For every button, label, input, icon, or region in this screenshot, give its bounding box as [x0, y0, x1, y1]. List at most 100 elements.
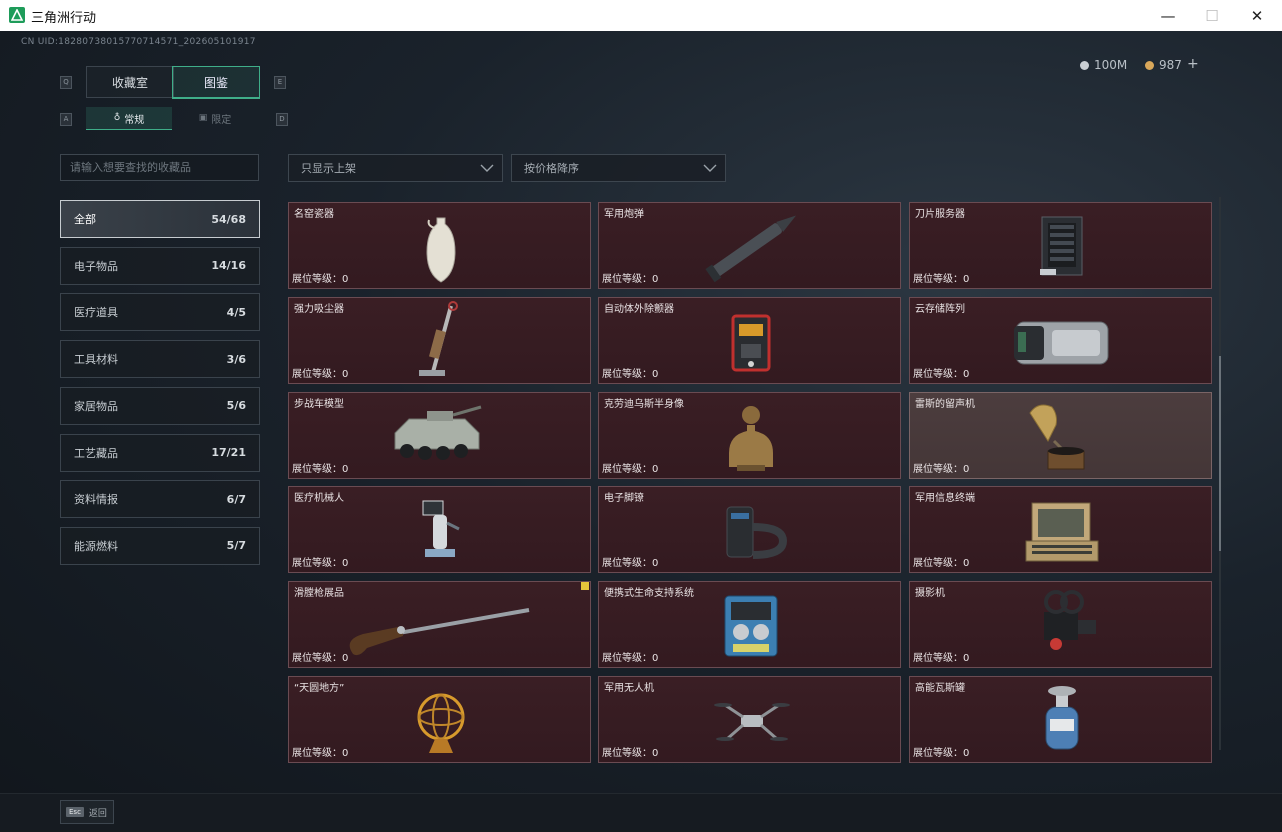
booth-level-value: 0 — [342, 558, 349, 570]
category-count: 3/6 — [226, 352, 246, 366]
booth-level-label: 展位等级： — [602, 558, 652, 570]
booth-level-value: 0 — [652, 558, 659, 570]
collection-item-card[interactable]: 军用无人机 展位等级：0 — [598, 676, 901, 763]
booth-level-label: 展位等级： — [292, 748, 342, 759]
category-item[interactable]: 资料情报 6/7 — [60, 480, 260, 519]
collection-item-card[interactable]: 刀片服务器展位等级：0 — [909, 202, 1212, 289]
subtab-regular[interactable]: ♁ 常规 — [86, 107, 172, 130]
collection-item-card[interactable]: 摄影机 展位等级：0 — [909, 581, 1212, 669]
category-label: 资料情报 — [74, 493, 118, 507]
category-count: 14/16 — [211, 259, 246, 273]
collection-screen: CN UID:18280738015770714571_202605101917… — [0, 31, 1282, 832]
minimize-button[interactable]: — — [1145, 0, 1191, 31]
key-hint-d: D — [276, 113, 288, 126]
player-uid: CN UID:18280738015770714571_202605101917 — [21, 37, 256, 47]
bottle-icon: ♁ — [113, 113, 121, 123]
category-label: 工艺藏品 — [74, 446, 118, 460]
shelf-filter-dropdown[interactable]: 只显示上架 — [288, 154, 503, 182]
category-item[interactable]: 能源燃料 5/7 — [60, 526, 260, 565]
box-icon: ▣ — [198, 113, 208, 123]
collection-item-card[interactable]: 雷斯的留声机 展位等级：0 — [909, 391, 1212, 479]
sort-label: 按价格降序 — [524, 162, 579, 175]
booth-level: 展位等级：0 — [913, 649, 969, 664]
shelf-filter-label: 只显示上架 — [301, 162, 356, 175]
key-hint-a: A — [60, 113, 72, 126]
item-name: 滑膛枪展品 — [294, 588, 344, 600]
item-name: 名窑瓷器 — [294, 209, 334, 220]
collection-item-card[interactable]: 便携式生命支持系统 展位等级：0 — [598, 581, 901, 669]
subtab-limited-label: 限定 — [211, 114, 232, 126]
collection-item-card[interactable]: 电子脚镣 展位等级：0 — [598, 486, 901, 574]
window-title: 三角洲行动 — [31, 11, 97, 26]
booth-level: 展位等级：0 — [602, 460, 658, 475]
currency-silver: 100M — [1080, 58, 1127, 72]
booth-level: 展位等级：0 — [913, 744, 969, 759]
item-name: 军用无人机 — [604, 683, 654, 694]
collection-item-card[interactable]: 步战车模型展位等级：0 — [288, 391, 591, 479]
search-input[interactable] — [60, 154, 259, 181]
category-item[interactable]: 工艺藏品 17/21 — [60, 433, 260, 472]
subtab-regular-label: 常规 — [124, 114, 145, 126]
category-label: 能源燃料 — [74, 539, 118, 553]
item-name: 便携式生命支持系统 — [604, 588, 694, 600]
sort-dropdown[interactable]: 按价格降序 — [511, 154, 726, 182]
item-name: 医疗机械人 — [294, 493, 344, 505]
category-count: 54/68 — [211, 212, 246, 226]
booth-level-label: 展位等级： — [913, 463, 963, 475]
collection-item-card[interactable]: 自动体外除颤器 展位等级：0 — [598, 296, 901, 384]
collection-item-card[interactable]: 滑膛枪展品 展位等级：0 — [288, 581, 591, 669]
add-currency-button[interactable]: + — [1187, 56, 1199, 72]
booth-level-label: 展位等级： — [602, 653, 652, 665]
scrollbar-thumb[interactable] — [1219, 356, 1221, 551]
tab-catalog[interactable]: 图鉴 — [172, 66, 260, 99]
collection-item-card[interactable]: 高能瓦斯罐展位等级：0 — [909, 676, 1212, 763]
booth-level-label: 展位等级： — [292, 463, 342, 475]
subtab-limited[interactable]: ▣ 限定 — [172, 107, 258, 129]
collection-item-card[interactable]: 医疗机械人展位等级：0 — [288, 486, 591, 574]
category-item[interactable]: 医疗道具 4/5 — [60, 293, 260, 332]
category-count: 6/7 — [226, 492, 246, 506]
booth-level: 展位等级：0 — [913, 270, 969, 285]
category-item[interactable]: 家居物品 5/6 — [60, 386, 260, 425]
collection-item-card[interactable]: 军用信息终端 展位等级：0 — [909, 486, 1212, 574]
collection-item-card[interactable]: 云存储阵列 展位等级：0 — [909, 296, 1212, 384]
back-button[interactable]: Esc 返回 — [60, 800, 114, 824]
booth-level-value: 0 — [652, 653, 659, 665]
booth-level-label: 展位等级： — [913, 368, 963, 380]
chevron-down-icon — [480, 164, 494, 172]
collection-item-card[interactable]: 克劳迪乌斯半身像 展位等级：0 — [598, 391, 901, 479]
collection-item-card[interactable]: “天圆地方” 展位等级：0 — [288, 676, 591, 763]
category-count: 5/6 — [226, 399, 246, 413]
item-name: 克劳迪乌斯半身像 — [604, 398, 684, 410]
category-label: 全部 — [74, 213, 96, 226]
collection-item-card[interactable]: 强力吸尘器 展位等级：0 — [288, 296, 591, 384]
maximize-button[interactable]: ☐ — [1189, 0, 1235, 31]
item-name: 高能瓦斯罐 — [915, 683, 965, 694]
chevron-down-icon — [703, 164, 717, 172]
item-name: 刀片服务器 — [915, 209, 965, 220]
category-label: 工具材料 — [74, 353, 118, 367]
collection-item-card[interactable]: 军用炮弹 展位等级：0 — [598, 202, 901, 289]
booth-level-value: 0 — [963, 748, 970, 759]
booth-level-value: 0 — [652, 463, 659, 475]
booth-level-value: 0 — [652, 368, 659, 380]
close-button[interactable]: ✕ — [1234, 0, 1280, 31]
category-item[interactable]: 全部 54/68 — [60, 200, 260, 238]
new-badge-icon — [581, 582, 589, 591]
key-hint-q: Q — [60, 76, 72, 89]
category-item[interactable]: 电子物品 14/16 — [60, 246, 260, 285]
booth-level-label: 展位等级： — [602, 274, 652, 285]
booth-level: 展位等级：0 — [602, 554, 658, 569]
booth-level-value: 0 — [342, 463, 349, 475]
item-name: 步战车模型 — [294, 398, 344, 410]
booth-level: 展位等级：0 — [292, 365, 348, 380]
back-label: 返回 — [88, 808, 107, 819]
booth-level-label: 展位等级： — [292, 558, 342, 570]
currency-silver-value: 100M — [1094, 58, 1128, 72]
collection-item-card[interactable]: 名窑瓷器 展位等级：0 — [288, 202, 591, 289]
tab-collection-room[interactable]: 收藏室 — [86, 66, 174, 98]
gold-coin-icon — [1145, 60, 1154, 70]
category-item[interactable]: 工具材料 3/6 — [60, 340, 260, 379]
booth-level: 展位等级：0 — [292, 744, 348, 759]
booth-level: 展位等级：0 — [602, 649, 658, 664]
